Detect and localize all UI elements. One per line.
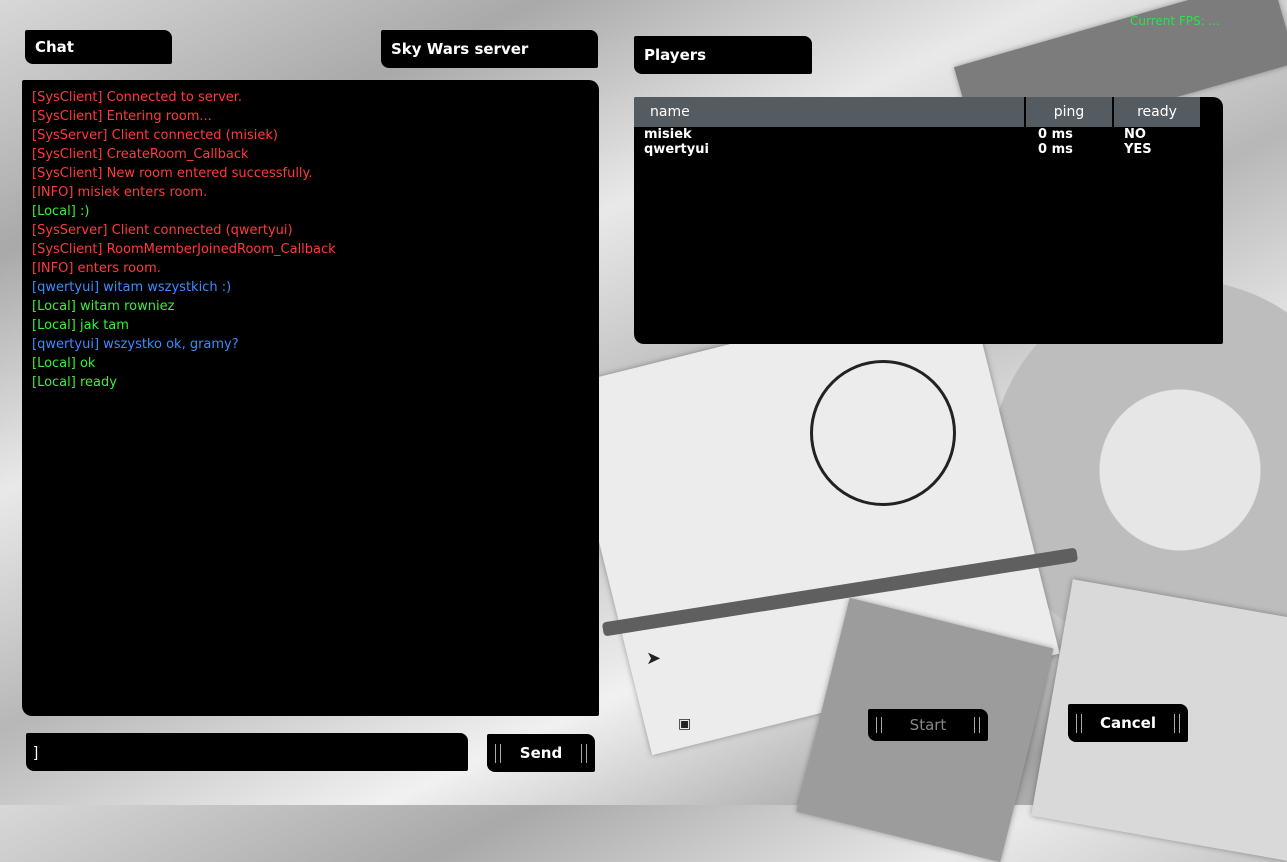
chat-message: [SysServer] Client connected (misiek): [32, 128, 278, 143]
chat-message: [Local] :): [32, 204, 90, 219]
player-row[interactable]: misiek 0 ms NO: [634, 127, 1223, 142]
fps-overlay: Current FPS: ...: [1130, 14, 1220, 28]
player-ready: NO: [1124, 127, 1146, 142]
server-name: Sky Wars server: [381, 30, 598, 68]
chat-message: [Local] ready: [32, 375, 117, 390]
chat-message: [SysClient] Connected to server.: [32, 90, 243, 105]
column-header-ready[interactable]: ready: [1114, 97, 1202, 127]
background-drawing: [810, 360, 956, 506]
column-header-ping[interactable]: ping: [1026, 97, 1114, 127]
player-name: qwertyui: [644, 142, 709, 157]
chat-input[interactable]: [26, 733, 468, 771]
players-table-body: misiek 0 ms NO qwertyui 0 ms YES: [634, 127, 1223, 157]
chat-message: [Local] ok: [32, 356, 96, 371]
chat-message: [qwertyui] witam wszystkich :): [32, 280, 232, 295]
player-ping: 0 ms: [1038, 142, 1073, 157]
player-name: misiek: [644, 127, 692, 142]
chat-message: [SysClient] Entering room...: [32, 109, 212, 124]
chat-title: Chat: [25, 30, 172, 64]
start-button[interactable]: Start: [868, 709, 988, 741]
column-header-name[interactable]: name: [634, 97, 1026, 127]
fps-title: Current FPS: ...: [1130, 14, 1220, 28]
cancel-button[interactable]: Cancel: [1068, 704, 1188, 742]
chat-message: [SysServer] Client connected (qwertyui): [32, 223, 293, 238]
player-ping: 0 ms: [1038, 127, 1073, 142]
players-title: Players: [634, 36, 812, 74]
small-cursor-icon: ▣: [678, 716, 692, 732]
chat-message: [SysClient] New room entered successfull…: [32, 166, 313, 181]
chat-message: [SysClient] CreateRoom_Callback: [32, 147, 249, 162]
players-table-header: name ping ready: [634, 97, 1223, 127]
players-table: name ping ready misiek 0 ms NO qwertyui 0 ms…: [634, 97, 1223, 344]
chat-message: [Local] witam rowniez: [32, 299, 175, 314]
chat-log[interactable]: [SysClient] Connected to server. [SysClie…: [22, 80, 599, 716]
chat-message: [Local] jak tam: [32, 318, 129, 333]
mouse-pointer-icon: ➤: [646, 648, 662, 669]
chat-message: [INFO] misiek enters room.: [32, 185, 208, 200]
chat-message: [INFO] enters room.: [32, 261, 161, 276]
send-button[interactable]: Send: [487, 734, 595, 772]
player-row[interactable]: qwertyui 0 ms YES: [634, 142, 1223, 157]
player-ready: YES: [1124, 142, 1152, 157]
chat-message: [SysClient] RoomMemberJoinedRoom_Callbac…: [32, 242, 336, 257]
chat-message: [qwertyui] wszystko ok, gramy?: [32, 337, 239, 352]
